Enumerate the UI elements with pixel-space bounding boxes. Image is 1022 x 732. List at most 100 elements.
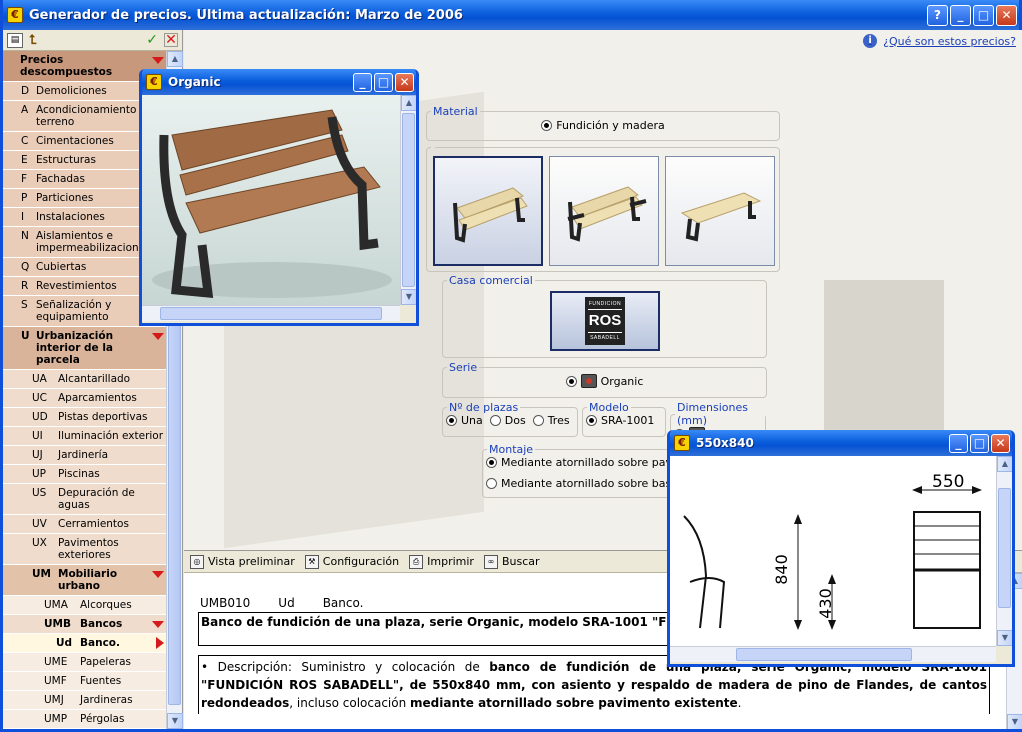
tree-item-code: N [21,230,29,242]
tree-item-code: P [21,192,28,204]
maximize-button[interactable]: □ [973,4,994,26]
price-name: Banco. [322,596,364,610]
tree-item[interactable]: UI Iluminación exterior [3,427,166,446]
organic-window[interactable]: € Organic _ □ ✕ ▲ ▼ [139,69,419,326]
tree-item[interactable]: U Urbanización interior de la parcela [3,327,166,370]
tree-item-label: Iluminación exterior [58,430,164,442]
dimensions-hscroll[interactable] [670,646,996,662]
tree-item-code: UMP [44,713,68,725]
tree-item-label: Aparcamientos [58,392,137,404]
tree-item-code: UC [32,392,48,404]
close-button[interactable]: ✕ [395,72,414,92]
scroll-up-icon[interactable]: ▲ [401,95,416,111]
tree-item-code: UD [32,411,48,423]
cancel-icon[interactable]: ✕ [164,33,178,47]
tree-item[interactable]: UMA Alcorques [3,596,166,615]
title-bar[interactable]: € Generador de precios. Última actualiza… [3,0,1019,30]
organic-vscroll[interactable]: ▲ ▼ [400,95,416,305]
organic-hscroll[interactable] [142,305,400,321]
tree-item-label: Jardineras [80,694,133,706]
modelo-radio[interactable]: SRA-1001 [586,414,654,427]
plazas-radio-0[interactable]: Una [446,414,483,427]
dimensions-window-title: 550x840 [696,436,754,450]
accept-icon[interactable]: ✓ [146,32,158,48]
height-label: 840 [771,554,791,585]
print-button[interactable]: ⎙ Imprimir [409,554,474,569]
up-level-icon[interactable]: ⮤ [29,33,37,48]
plazas-radio-1[interactable]: Dos [489,414,526,427]
tree-item[interactable]: UC Aparcamientos [3,389,166,408]
bench-option-1[interactable] [433,156,543,266]
scroll-up-icon[interactable]: ▲ [167,51,183,67]
tree-item-label: Precios descompuestos [20,54,113,78]
bench-armrest-image-icon [567,186,647,242]
expand-arrow-icon[interactable] [152,621,164,628]
tree-item-label: Alcorques [80,599,132,611]
tree-item-label: Pavimentos exteriores [58,537,119,561]
tree-item-label: Bancos [80,618,123,630]
tree-item[interactable]: Ud Banco. [3,634,166,653]
selected-arrow-icon[interactable] [156,637,164,649]
config-button[interactable]: ⚒ Configuración [304,554,399,569]
tree-item[interactable]: UA Alcantarillado [3,370,166,389]
material-radio[interactable]: Fundición y madera [541,119,665,132]
minimize-button[interactable]: _ [353,72,372,92]
long-description-part: , incluso colocación [289,696,411,710]
maximize-button[interactable]: □ [970,433,989,453]
help-link[interactable]: i ¿Qué son estos precios? [863,34,1016,48]
magnifier-icon: ◎ [190,554,204,569]
preview-button[interactable]: ◎ Vista preliminar [190,554,295,569]
expand-arrow-icon[interactable] [152,333,164,340]
tree-item-label: Urbanización interior de la parcela [36,330,114,366]
camera-icon[interactable] [580,374,597,388]
tree-item[interactable]: US Depuración de aguas [3,484,166,515]
search-button[interactable]: ∞ Buscar [483,554,540,569]
tree-item[interactable]: UP Piscinas [3,465,166,484]
tree-item[interactable]: UMP Pérgolas [3,710,166,729]
bench-option-2[interactable] [549,156,659,266]
tree-item[interactable]: UM Mobiliario urbano [3,565,166,596]
tree-item-code: F [21,173,28,185]
tree-item[interactable]: UMJ Jardineras [3,691,166,710]
bench-photo [142,95,400,305]
plazas-radio-2[interactable]: Tres [532,414,570,427]
tree-item-label: Fuentes [80,675,122,687]
bench-option-3[interactable] [665,156,775,266]
backless-bench-image-icon [680,192,762,242]
scroll-down-icon[interactable]: ▼ [1007,714,1022,729]
help-button[interactable]: ? [927,4,948,26]
tree-item-code: UX [32,537,47,549]
serie-radio[interactable]: Organic [565,374,643,388]
tree-item[interactable]: UMF Fuentes [3,672,166,691]
tree-item[interactable]: UX Pavimentos exteriores [3,534,166,565]
scroll-down-icon[interactable]: ▼ [401,289,416,305]
maximize-button[interactable]: □ [374,72,393,92]
tree-item[interactable]: UD Pistas deportivas [3,408,166,427]
tree-item-code: UJ [32,449,43,461]
brand-option[interactable]: FUNDICION ROS SABADELL [550,291,660,351]
minimize-button[interactable]: _ [949,433,968,453]
tree-item[interactable]: UME Papeleras [3,653,166,672]
tree-item-code: US [32,487,47,499]
app-icon: € [7,7,23,23]
scroll-up-icon[interactable]: ▲ [997,456,1012,472]
tree-item-code: R [21,280,29,292]
tree-item[interactable]: UMB Bancos [3,615,166,634]
tree-item[interactable]: UJ Jardinería [3,446,166,465]
keyboard-icon[interactable]: ▤ [7,32,23,48]
close-button[interactable]: ✕ [991,433,1010,453]
scroll-down-icon[interactable]: ▼ [997,630,1012,646]
scroll-down-icon[interactable]: ▼ [167,713,183,729]
tree-item-code: S [21,299,28,311]
tree-item[interactable]: UV Cerramientos [3,515,166,534]
close-button[interactable]: ✕ [996,4,1017,26]
minimize-button[interactable]: _ [950,4,971,26]
dimensions-vscroll[interactable]: ▲ ▼ [996,456,1012,646]
expand-arrow-icon[interactable] [152,571,164,578]
dimensions-window[interactable]: € 550x840 _ □ ✕ 550 840 430 ▲ ▼ [667,430,1015,667]
window-title: Generador de precios. Última actualizaci… [29,7,463,23]
binoculars-icon: ∞ [483,554,498,569]
organic-bench-image-icon [152,109,392,299]
long-description-part: . [737,696,742,710]
expand-arrow-icon[interactable] [152,57,164,64]
